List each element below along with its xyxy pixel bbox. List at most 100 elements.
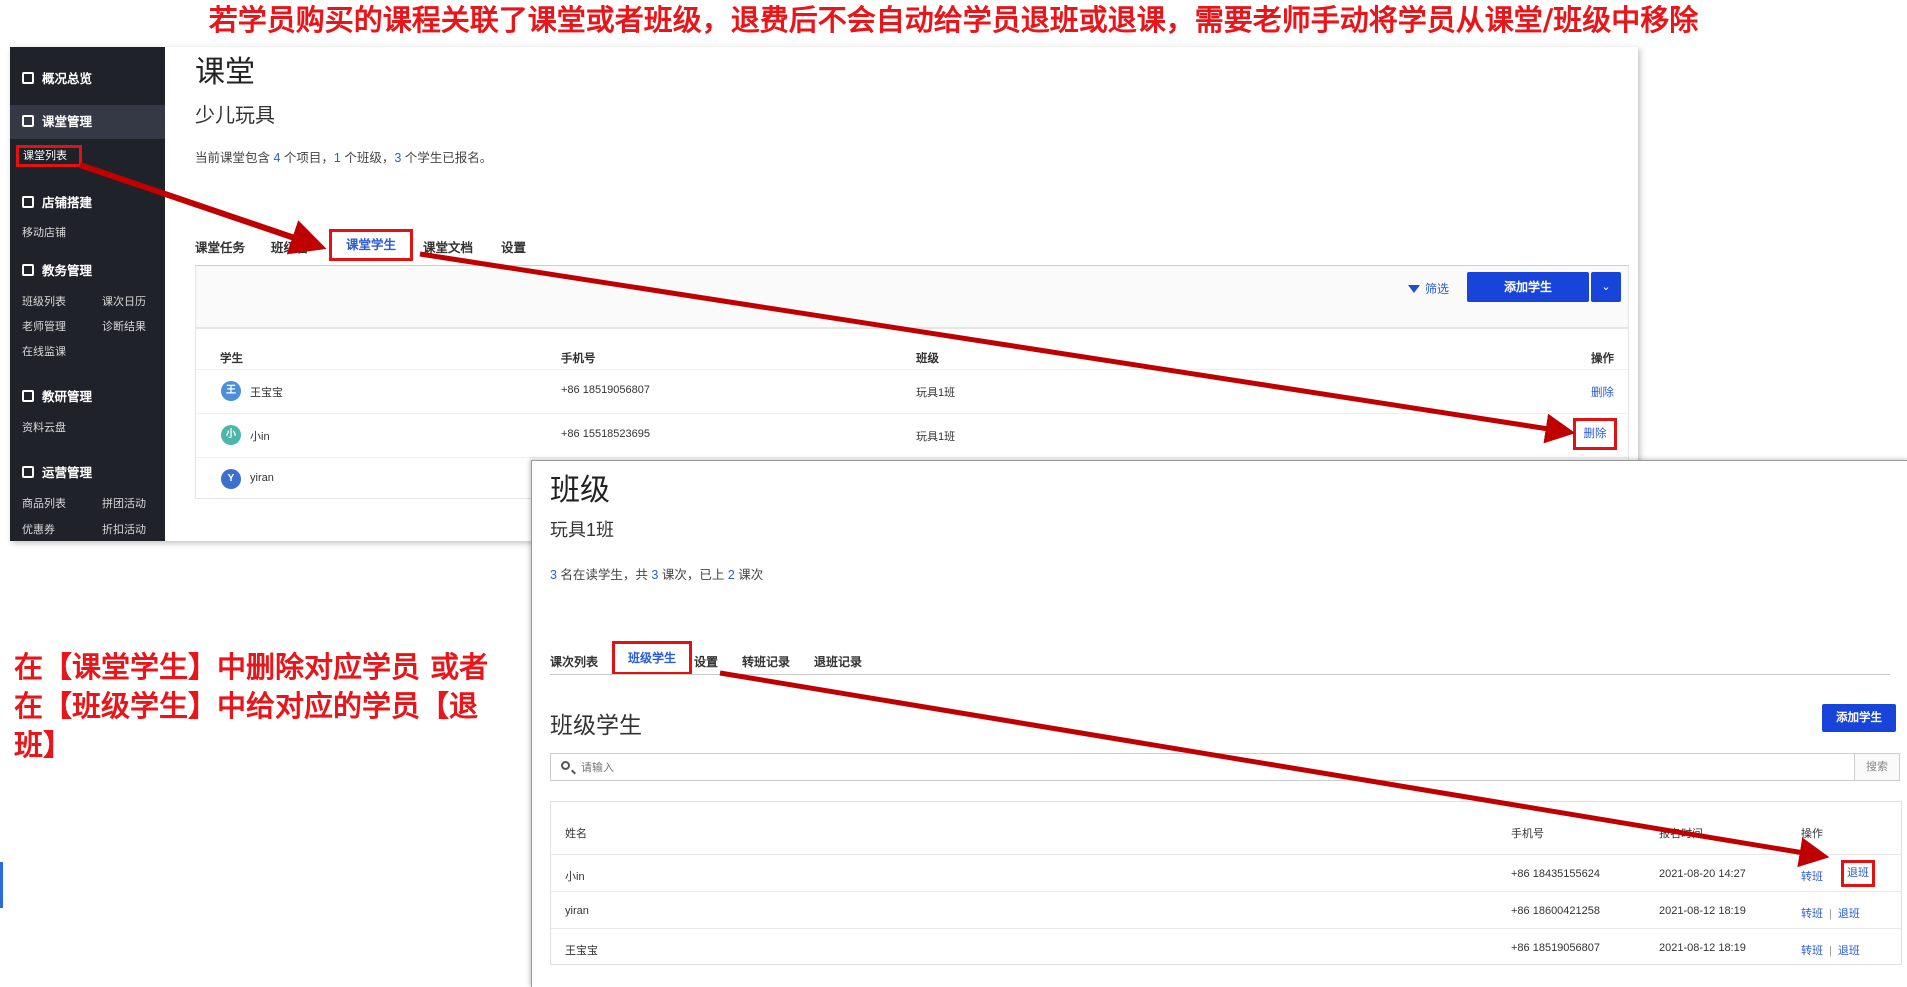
signup-time: 2021-08-12 18:19	[1659, 905, 1746, 917]
dashboard-icon	[22, 71, 34, 84]
leave-class-link-highlighted[interactable]: 退班	[1841, 860, 1875, 887]
sidebar-item-mobile-shop[interactable]: 移动店铺	[22, 224, 66, 240]
tab-classroom-docs[interactable]: 课堂文档	[423, 237, 473, 256]
page-title: 课堂	[195, 56, 255, 89]
megaphone-icon	[22, 465, 34, 478]
classroom-toolbar	[195, 265, 1629, 329]
tab-leave-log[interactable]: 退班记录	[814, 653, 862, 670]
tab-class-mgmt[interactable]: 班级管	[271, 237, 309, 256]
search-bar: 搜索	[550, 753, 1900, 781]
play-icon	[22, 389, 34, 402]
sidebar-item-product-list[interactable]: 商品列表	[22, 495, 66, 511]
transfer-link[interactable]: 转班	[1801, 871, 1823, 883]
student-name: 小in	[250, 431, 270, 443]
avatar: 王	[221, 381, 241, 401]
sidebar-item-teaching-mgmt[interactable]: 教务管理	[22, 260, 92, 279]
student-phone: +86 18600421258	[1511, 905, 1601, 917]
filter-button[interactable]: 筛选	[1408, 280, 1449, 297]
col-class: 班级	[916, 353, 939, 365]
avatar: Y	[221, 469, 241, 489]
separator: |	[1829, 945, 1832, 957]
tab-transfer-log[interactable]: 转班记录	[742, 653, 790, 670]
col-signup-time: 报名时间	[1659, 828, 1703, 840]
top-annotation: 若学员购买的课程关联了课堂或者班级，退费后不会自动给学员退班或退课，需要老师手动…	[208, 3, 1699, 37]
sidebar-item-online-monitor[interactable]: 在线监课	[22, 343, 66, 359]
sidebar-item-shop-build[interactable]: 店铺搭建	[22, 192, 92, 211]
sidebar-item-diagnosis[interactable]: 诊断结果	[102, 318, 146, 334]
student-phone: +86 18519056807	[561, 384, 651, 396]
leave-class-link[interactable]: 退班	[1838, 908, 1860, 920]
tab-classroom-students[interactable]: 课堂学生	[329, 229, 413, 261]
side-annotation-line: 在【课堂学生】中删除对应学员 或者	[14, 650, 489, 684]
edge-marker	[0, 862, 3, 908]
tab-lesson-list[interactable]: 课次列表	[550, 653, 598, 670]
transfer-link[interactable]: 转班	[1801, 945, 1823, 957]
student-class: 玩具1班	[916, 431, 956, 443]
class-screenshot: 班级 玩具1班 3 名在读学生，共 3 课次，已上 2 课次 课次列表 设置 转…	[531, 460, 1907, 987]
add-student-button[interactable]: 添加学生	[1467, 272, 1589, 302]
sidebar-item-ops-mgmt[interactable]: 运营管理	[22, 462, 92, 481]
student-name: 王宝宝	[565, 945, 598, 957]
signup-time: 2021-08-20 14:27	[1659, 868, 1746, 880]
student-name: yiran	[250, 472, 274, 484]
sidebar-item-classroom-list[interactable]: 课堂列表	[16, 145, 82, 167]
list-icon	[22, 263, 34, 276]
table-row: 小in +86 18435155624 2021-08-20 14:27 转班 …	[551, 854, 1901, 892]
signup-time: 2021-08-12 18:19	[1659, 942, 1746, 954]
tab-classroom-settings[interactable]: 设置	[501, 237, 526, 256]
col-student: 学生	[220, 353, 243, 365]
leave-class-link[interactable]: 退班	[1838, 945, 1860, 957]
side-annotation-line: 在【班级学生】中给对应的学员【退	[14, 689, 479, 723]
student-class: 玩具1班	[916, 387, 956, 399]
sidebar-item-discount[interactable]: 折扣活动	[102, 521, 146, 537]
filter-icon	[1408, 284, 1420, 293]
sidebar: 概况总览 课堂管理 课堂列表 店铺搭建 移动店铺 教务管理 班级列表 课次日历 …	[10, 47, 165, 541]
sidebar-item-overview[interactable]: 概况总览	[22, 68, 92, 87]
student-phone: +86 18519056807	[1511, 942, 1601, 954]
book-icon	[22, 114, 34, 127]
classroom-name: 少儿玩具	[195, 105, 275, 127]
table-row: 王宝宝 +86 18519056807 2021-08-12 18:19 转班 |…	[551, 928, 1901, 966]
sidebar-item-coupon[interactable]: 优惠券	[22, 521, 55, 537]
side-annotation: 在【课堂学生】中删除对应学员 或者 在【班级学生】中给对应的学员【退 班】	[14, 648, 554, 765]
sidebar-item-class-list[interactable]: 班级列表	[22, 293, 66, 309]
class-student-table: 姓名 手机号 报名时间 操作 小in +86 18435155624 2021-…	[550, 801, 1902, 965]
sidebar-item-classroom-mgmt[interactable]: 课堂管理	[22, 111, 92, 130]
student-name: 小in	[565, 871, 585, 883]
tab-class-settings[interactable]: 设置	[694, 653, 718, 670]
add-class-student-button[interactable]: 添加学生	[1822, 704, 1896, 732]
delete-link[interactable]: 删除	[1591, 384, 1614, 400]
row-actions: 转班 | 退班	[1801, 942, 1860, 958]
class-name: 玩具1班	[550, 520, 615, 540]
add-student-dropdown[interactable]: ⌄	[1591, 272, 1621, 302]
shop-icon	[22, 195, 34, 208]
sidebar-item-group-buy[interactable]: 拼团活动	[102, 495, 146, 511]
col-phone: 手机号	[1511, 828, 1544, 840]
student-name: 王宝宝	[250, 387, 283, 399]
sidebar-item-teacher-mgmt[interactable]: 老师管理	[22, 318, 66, 334]
col-phone: 手机号	[561, 353, 596, 365]
search-input[interactable]	[579, 758, 1783, 778]
chevron-down-icon: ⌄	[1601, 281, 1611, 293]
row-actions: 转班 | 退班	[1801, 905, 1860, 921]
student-phone: +86 15518523695	[561, 428, 651, 440]
section-title: 班级学生	[550, 712, 642, 738]
delete-link-highlighted[interactable]: 删除	[1573, 418, 1617, 450]
transfer-link[interactable]: 转班	[1801, 908, 1823, 920]
tab-class-students[interactable]: 班级学生	[612, 641, 692, 675]
sidebar-item-lesson-calendar[interactable]: 课次日历	[102, 293, 146, 309]
class-summary: 3 名在读学生，共 3 课次，已上 2 课次	[550, 568, 764, 582]
side-annotation-line: 班】	[14, 728, 73, 762]
col-name: 姓名	[565, 828, 587, 840]
col-action: 操作	[1591, 353, 1614, 365]
row-actions: 转班	[1801, 868, 1823, 884]
student-name: yiran	[565, 905, 589, 917]
separator: |	[1829, 908, 1832, 920]
sidebar-item-research-mgmt[interactable]: 教研管理	[22, 386, 92, 405]
search-button[interactable]: 搜索	[1854, 754, 1899, 780]
sidebar-item-cloud-drive[interactable]: 资料云盘	[22, 419, 66, 435]
col-action: 操作	[1801, 828, 1823, 840]
page-title: 班级	[550, 474, 610, 507]
tab-classroom-tasks[interactable]: 课堂任务	[195, 237, 245, 256]
classroom-summary: 当前课堂包含 4 个项目，1 个班级，3 个学生已报名。	[195, 151, 493, 165]
